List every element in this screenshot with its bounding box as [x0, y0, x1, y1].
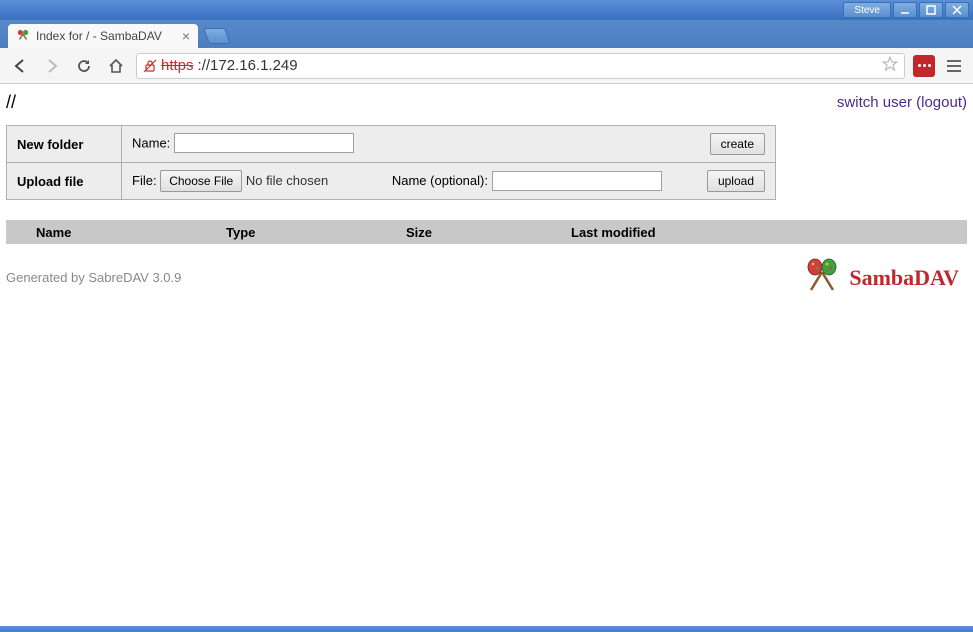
extension-dots-icon — [918, 64, 931, 67]
new-folder-label: New folder — [7, 126, 122, 163]
security-warning-icon — [143, 59, 157, 73]
upload-file-label: Upload file — [7, 163, 122, 200]
maracas-logo-icon — [801, 258, 843, 297]
column-type: Type — [226, 225, 406, 240]
brand-logo: SambaDAV — [801, 258, 959, 297]
upload-name-input[interactable] — [492, 171, 662, 191]
user-menu-button[interactable]: Steve — [843, 2, 891, 18]
column-modified: Last modified — [571, 225, 967, 240]
browser-toolbar: https://172.16.1.249 — [0, 48, 973, 84]
reload-button[interactable] — [72, 54, 96, 78]
back-button[interactable] — [8, 54, 32, 78]
column-size: Size — [406, 225, 571, 240]
taskbar-edge — [0, 626, 973, 632]
folder-name-label: Name: — [132, 136, 170, 151]
breadcrumb-path: // — [6, 92, 16, 113]
switch-user-link[interactable]: switch user — [837, 94, 912, 111]
file-field-label: File: — [132, 173, 157, 188]
choose-file-button[interactable]: Choose File — [160, 170, 242, 192]
logout-link[interactable]: logout — [921, 94, 962, 111]
page-content: // switch user (logout) New folder Name:… — [0, 84, 973, 305]
maracas-favicon-icon — [16, 29, 30, 43]
address-bar[interactable]: https://172.16.1.249 — [136, 53, 905, 79]
folder-name-input[interactable] — [174, 133, 354, 153]
new-tab-button[interactable] — [203, 28, 231, 44]
file-chosen-status: No file chosen — [246, 173, 328, 188]
minimize-button[interactable] — [893, 2, 917, 18]
column-name: Name — [6, 225, 226, 240]
bookmark-star-icon[interactable] — [882, 56, 898, 76]
window-titlebar: Steve — [0, 0, 973, 20]
protocol-text: https — [161, 57, 194, 74]
upload-button[interactable]: upload — [707, 170, 765, 192]
extension-button[interactable] — [913, 55, 935, 77]
forward-button[interactable] — [40, 54, 64, 78]
generated-by-text: Generated by SabreDAV 3.0.9 — [6, 270, 181, 285]
tab-close-icon[interactable]: × — [182, 28, 190, 44]
home-button[interactable] — [104, 54, 128, 78]
url-text: ://172.16.1.249 — [198, 57, 298, 74]
hamburger-menu-button[interactable] — [943, 60, 965, 72]
tab-strip: Index for / - SambaDAV × — [0, 20, 973, 48]
actions-panel: New folder Name: create Upload file File… — [6, 125, 776, 200]
maximize-button[interactable] — [919, 2, 943, 18]
close-window-button[interactable] — [945, 2, 969, 18]
brand-text: SambaDAV — [849, 265, 959, 291]
tab-title: Index for / - SambaDAV — [36, 29, 162, 43]
user-links: switch user (logout) — [837, 94, 967, 111]
browser-tab[interactable]: Index for / - SambaDAV × — [8, 24, 198, 48]
file-list-header: Name Type Size Last modified — [6, 220, 967, 244]
optional-name-label: Name (optional): — [392, 173, 488, 188]
create-folder-button[interactable]: create — [710, 133, 765, 155]
